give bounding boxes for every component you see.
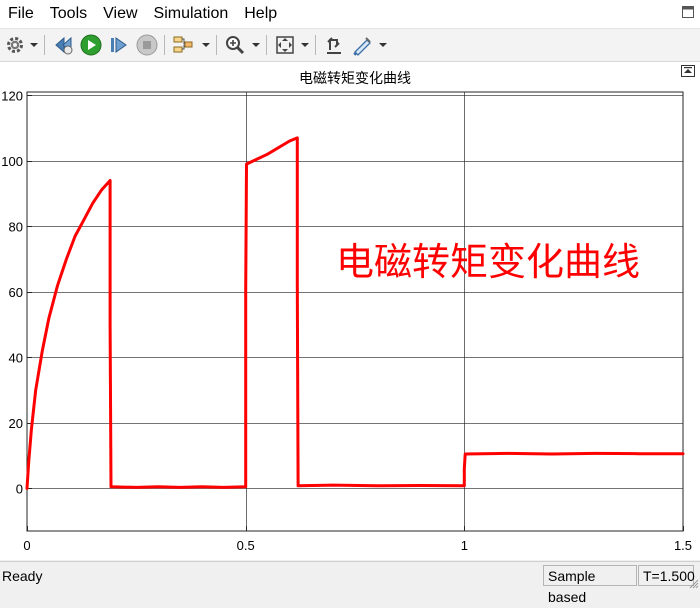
y-tick-label: 80 (9, 219, 23, 234)
x-tick-label: 1.5 (674, 538, 692, 553)
menu-tools[interactable]: Tools (42, 0, 95, 28)
x-tick-label: 1 (461, 538, 468, 553)
menu-file[interactable]: File (0, 0, 42, 28)
x-tick-label: 0.5 (237, 538, 255, 553)
fit-to-view-icon[interactable] (273, 33, 297, 57)
run-icon[interactable] (79, 33, 103, 57)
settings-dropdown-icon[interactable] (29, 33, 39, 57)
y-tick-label: 40 (9, 350, 23, 365)
toolbar-separator (216, 35, 217, 55)
scope-axes[interactable]: 电磁转矩变化曲线 0 0.5 1 1.5 0 20 40 60 80 100 120 电磁转矩变化曲线 (0, 62, 700, 560)
window-restore-icon[interactable] (682, 6, 694, 18)
x-tick-label: 0 (23, 538, 30, 553)
status-ready-text: Ready (2, 568, 43, 584)
step-back-icon[interactable] (52, 33, 76, 57)
scope-plot-area: 电磁转矩变化曲线 0 0.5 1 1.5 0 20 40 60 80 100 120 电磁转矩变化曲线 (0, 62, 700, 560)
y-tick-label: 0 (16, 481, 23, 496)
toolbar (0, 29, 700, 62)
stop-icon[interactable] (135, 33, 159, 57)
menu-help[interactable]: Help (236, 0, 285, 28)
menu-view[interactable]: View (95, 0, 145, 28)
sim-time-field: T=1.500 (638, 565, 695, 586)
menu-bar: File Tools View Simulation Help (0, 0, 700, 29)
signal-dropdown-icon[interactable] (201, 33, 211, 57)
zoom-icon[interactable] (223, 33, 247, 57)
plot-annotation: 电磁转矩变化曲线 (336, 240, 640, 284)
fit-dropdown-icon[interactable] (300, 33, 310, 57)
zoom-dropdown-icon[interactable] (251, 33, 261, 57)
cursor-measure-icon[interactable] (322, 33, 346, 57)
toolbar-separator (164, 35, 165, 55)
gear-icon[interactable] (3, 33, 27, 57)
status-bar: Ready Sample based T=1.500 (0, 561, 700, 605)
toolbar-separator (44, 35, 45, 55)
style-icon[interactable] (350, 33, 374, 57)
y-tick-label: 120 (1, 88, 23, 103)
sample-mode-field: Sample based (543, 565, 637, 605)
undock-axes-icon[interactable] (681, 65, 695, 77)
style-dropdown-icon[interactable] (378, 33, 388, 57)
step-forward-icon[interactable] (107, 33, 131, 57)
axes-box (26, 91, 684, 532)
menu-simulation[interactable]: Simulation (146, 0, 237, 28)
signal-selector-icon[interactable] (171, 33, 195, 57)
plot-title: 电磁转矩变化曲线 (299, 71, 411, 87)
y-tick-label: 60 (9, 285, 23, 300)
toolbar-separator (315, 35, 316, 55)
y-tick-label: 100 (1, 154, 23, 169)
toolbar-separator (266, 35, 267, 55)
resize-grip-icon[interactable] (689, 579, 699, 589)
y-tick-label: 20 (9, 416, 23, 431)
